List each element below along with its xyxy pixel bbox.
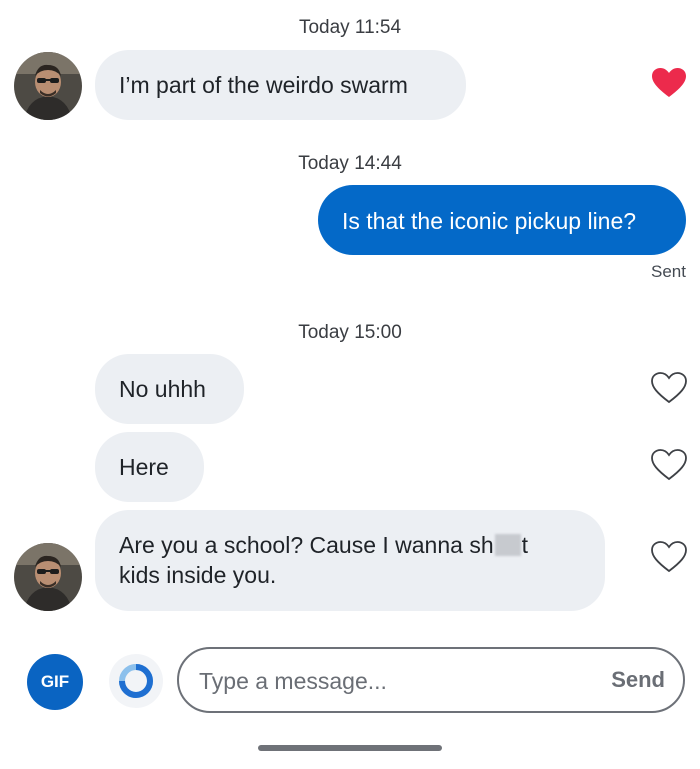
message-bubble-incoming[interactable]: No uhhh [95, 354, 244, 424]
message-text: No uhhh [119, 376, 206, 402]
message-input-container: Send [177, 647, 685, 713]
profile-photo-icon [14, 543, 82, 611]
message-text: Here [119, 454, 169, 480]
heart-filled-icon[interactable] [651, 67, 687, 99]
sent-status: Sent [651, 262, 686, 281]
ring-icon [119, 664, 153, 698]
heart-outline-icon[interactable] [651, 372, 687, 404]
home-indicator[interactable] [258, 745, 442, 751]
message-bubble-incoming[interactable]: Here [95, 432, 204, 502]
message-input[interactable] [197, 661, 581, 701]
message-bubble-incoming[interactable]: I’m part of the weirdo swarm [95, 50, 466, 120]
timestamp: Today 15:00 [298, 322, 402, 343]
heart-outline-icon[interactable] [651, 541, 687, 573]
profile-photo-icon [14, 52, 82, 120]
message-bubble-incoming[interactable]: Are you a school? Cause I wanna sh t kids… [95, 510, 605, 611]
gif-button[interactable]: GIF [27, 654, 83, 710]
message-text: Is that the iconic pickup line? [342, 208, 637, 234]
message-bubble-outgoing[interactable]: Is that the iconic pickup line? [318, 185, 686, 255]
avatar[interactable] [14, 543, 82, 611]
heart-outline-icon[interactable] [651, 449, 687, 481]
redaction-blur [494, 534, 521, 556]
timestamp: Today 11:54 [298, 17, 402, 38]
ring-button[interactable] [109, 654, 163, 708]
gif-icon: GIF [40, 672, 70, 691]
send-button[interactable]: Send [611, 667, 665, 693]
avatar[interactable] [14, 52, 82, 120]
message-text: kids inside you. [119, 562, 277, 588]
message-text: I’m part of the weirdo swarm [119, 72, 408, 98]
message-text: Are you a school? Cause I wanna sh t [119, 532, 529, 558]
timestamp: Today 14:44 [298, 153, 402, 174]
